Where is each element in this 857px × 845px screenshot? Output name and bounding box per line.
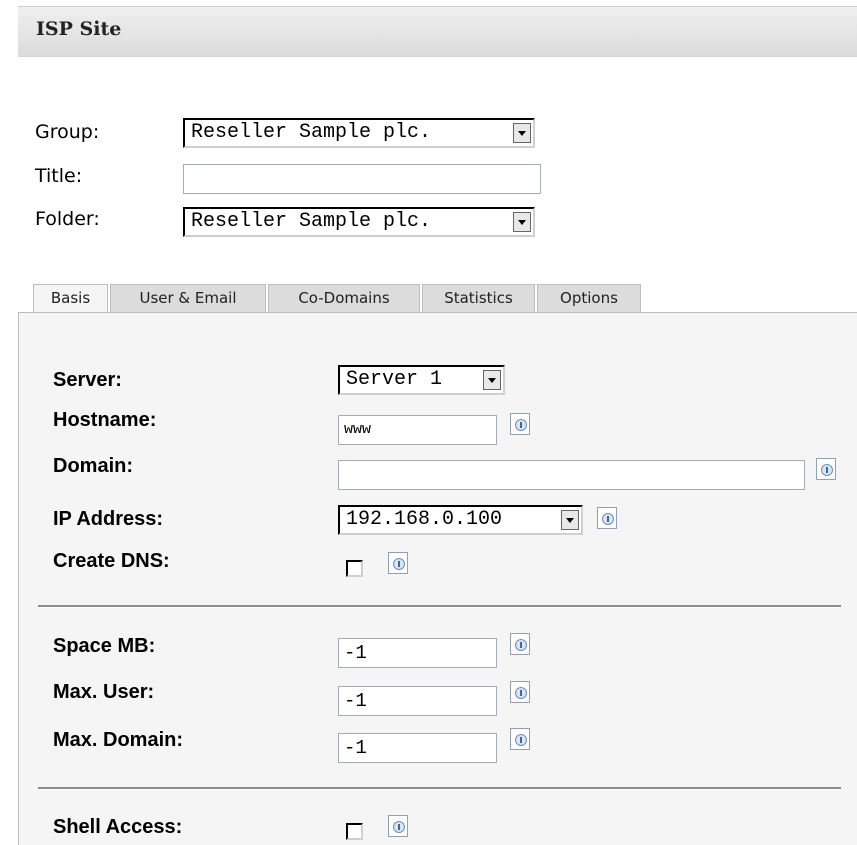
group-select-value: Reseller Sample plc. [191, 121, 432, 144]
folder-label: Folder: [35, 208, 100, 230]
max-domain-label: Max. Domain: [53, 729, 184, 751]
space-mb-label: Space MB: [53, 635, 156, 657]
server-label: Server: [53, 369, 122, 391]
create-dns-info-icon[interactable] [388, 552, 408, 574]
max-user-label: Max. User: [53, 681, 155, 703]
tab-options[interactable]: Options [537, 284, 641, 312]
domain-info-icon[interactable] [816, 458, 836, 480]
chevron-down-icon[interactable] [513, 212, 531, 232]
ip-address-label: IP Address: [53, 508, 164, 530]
hostname-info-icon[interactable] [510, 413, 530, 435]
max-domain-info-icon[interactable] [510, 728, 530, 750]
header-divider [18, 56, 857, 57]
chevron-down-icon[interactable] [561, 510, 579, 530]
chevron-down-icon[interactable] [513, 123, 531, 143]
server-select-value: Server 1 [346, 368, 443, 391]
space-mb-info-icon[interactable] [510, 633, 530, 655]
group-label: Group: [35, 121, 100, 143]
ip-address-info-icon[interactable] [597, 507, 617, 529]
folder-select-value: Reseller Sample plc. [191, 210, 432, 233]
domain-label: Domain: [53, 455, 133, 477]
title-input[interactable] [183, 164, 541, 194]
max-user-info-icon[interactable] [510, 681, 530, 703]
ip-address-select[interactable]: 192.168.0.100 [338, 505, 583, 535]
tab-basis[interactable]: Basis [33, 284, 108, 314]
create-dns-checkbox[interactable] [346, 560, 363, 577]
section-divider [38, 605, 841, 608]
tab-co-domains[interactable]: Co-Domains [268, 284, 420, 312]
shell-access-checkbox[interactable] [346, 823, 363, 840]
create-dns-label: Create DNS: [53, 550, 170, 572]
group-select[interactable]: Reseller Sample plc. [183, 118, 535, 148]
ip-address-select-value: 192.168.0.100 [346, 508, 503, 531]
section-divider [38, 787, 841, 790]
hostname-input[interactable]: www [338, 415, 497, 445]
max-user-input[interactable]: -1 [338, 686, 497, 716]
page-title: ISP Site [36, 18, 122, 40]
server-select[interactable]: Server 1 [338, 365, 505, 395]
tab-user-email[interactable]: User & Email [110, 284, 266, 312]
tab-statistics[interactable]: Statistics [422, 284, 535, 312]
max-domain-input[interactable]: -1 [338, 733, 497, 763]
space-mb-input[interactable]: -1 [338, 638, 497, 668]
folder-select[interactable]: Reseller Sample plc. [183, 207, 535, 237]
shell-access-info-icon[interactable] [388, 815, 408, 837]
shell-access-label: Shell Access: [53, 816, 183, 838]
chevron-down-icon[interactable] [483, 370, 501, 390]
header-bar [18, 6, 857, 56]
domain-input[interactable] [338, 460, 805, 490]
title-label: Title: [35, 165, 83, 187]
hostname-label: Hostname: [53, 409, 157, 431]
